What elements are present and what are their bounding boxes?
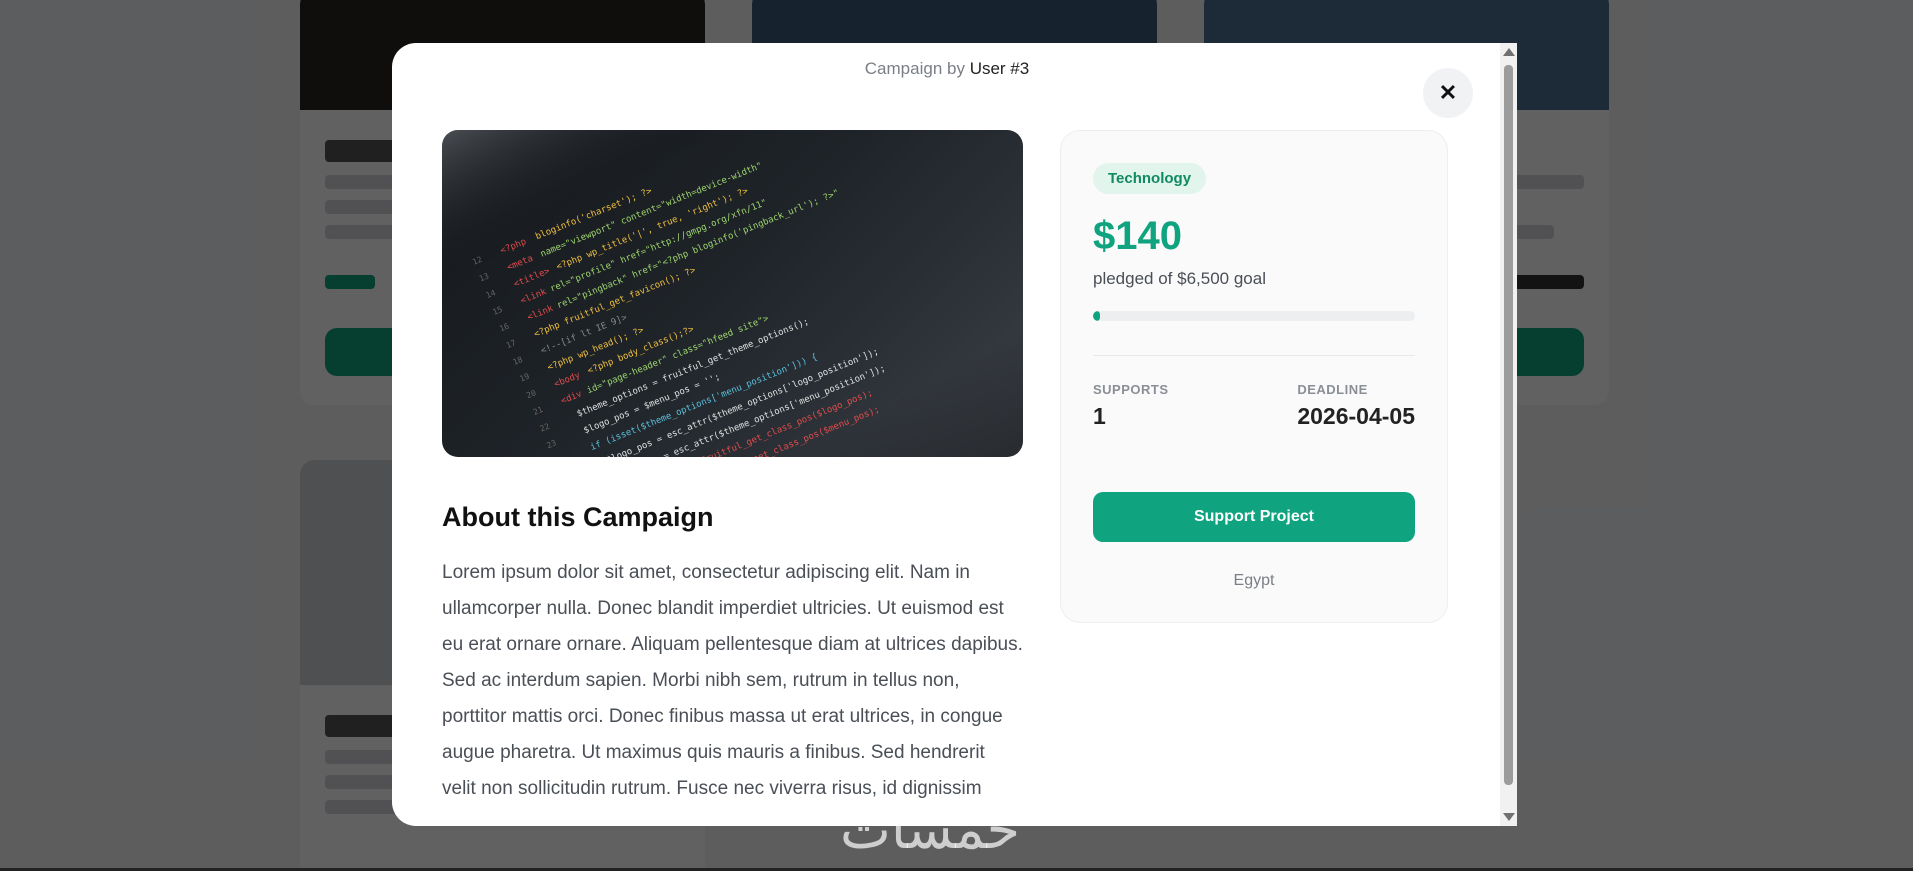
scrollbar-thumb[interactable]	[1504, 65, 1513, 785]
campaign-location: Egypt	[1233, 572, 1275, 589]
deadline-stat: DEADLINE 2026-04-05	[1297, 382, 1415, 430]
close-button[interactable]: ✕	[1423, 68, 1473, 118]
campaign-modal: Campaign by User #3 ✕ <?php bloginfo('ch…	[392, 43, 1517, 826]
about-title: About this Campaign	[442, 502, 714, 532]
funding-progress-bar	[1093, 311, 1415, 321]
deadline-label: DEADLINE	[1297, 382, 1368, 397]
funding-progress-fill	[1093, 311, 1101, 321]
funding-card: Technology $140 pledged of $6,500 goal S…	[1060, 130, 1448, 623]
watermark-logo: خمسات	[840, 798, 1021, 861]
scroll-up-arrow-icon[interactable]	[1503, 48, 1515, 56]
support-project-button[interactable]: Support Project	[1093, 492, 1415, 542]
pledged-amount: $140	[1093, 214, 1182, 258]
category-badge: Technology	[1093, 163, 1207, 194]
campaign-main-column: <?php bloginfo('charset'); ?> <meta name…	[442, 130, 1023, 815]
deadline-value: 2026-04-05	[1297, 403, 1415, 429]
campaign-stats: SUPPORTS 1 DEADLINE 2026-04-05	[1093, 382, 1415, 430]
campaign-author[interactable]: User #3	[970, 59, 1030, 78]
pledged-goal-text: pledged of $6,500 goal	[1093, 269, 1266, 288]
code-screen-illustration: <?php bloginfo('charset'); ?> <meta name…	[442, 130, 1023, 457]
header-prefix: Campaign by	[864, 59, 965, 78]
about-description: Lorem ipsum dolor sit amet, consectetur …	[442, 562, 1023, 815]
supports-label: SUPPORTS	[1093, 382, 1169, 397]
scroll-down-arrow-icon[interactable]	[1503, 813, 1515, 821]
supports-value: 1	[1093, 403, 1106, 429]
campaign-image: <?php bloginfo('charset'); ?> <meta name…	[442, 130, 1023, 457]
modal-header: Campaign by User #3	[392, 59, 1502, 79]
supports-stat: SUPPORTS 1	[1093, 382, 1297, 430]
modal-scrollbar[interactable]	[1500, 43, 1517, 826]
divider	[1093, 355, 1415, 356]
close-icon: ✕	[1438, 80, 1458, 105]
